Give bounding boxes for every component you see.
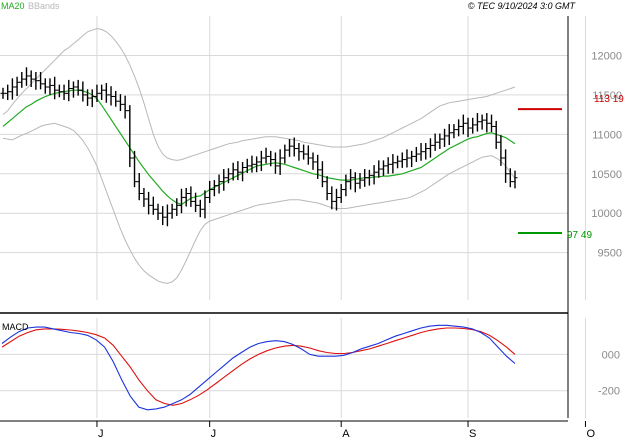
legend-bbands: BBands xyxy=(28,1,60,11)
x-tick-label: O xyxy=(586,428,595,440)
macd-y-tick-label: 000 xyxy=(602,349,620,361)
y-tick-label: 10500 xyxy=(591,169,622,181)
y-tick-label: 9500 xyxy=(598,248,622,260)
x-tick-label: J xyxy=(98,428,104,440)
legend-ma20: MA20 xyxy=(1,1,25,11)
resistance-label: 113 19 xyxy=(594,94,624,105)
timestamp: © TEC 9/10/2024 3:0 GMT xyxy=(468,1,577,11)
x-tick-label: J xyxy=(211,428,217,440)
support-label: 97 49 xyxy=(567,230,592,241)
chart-canvas: 95001000010500110001150012000000-200J J A S… xyxy=(0,0,627,440)
y-tick-label: 12000 xyxy=(591,50,622,62)
y-tick-label: 11000 xyxy=(592,129,622,141)
x-tick-label: A xyxy=(342,428,350,440)
macd-label: MACD xyxy=(2,322,29,332)
y-tick-label: 10000 xyxy=(591,208,622,220)
macd-y-tick-label: -200 xyxy=(598,386,620,398)
x-tick-label: S xyxy=(469,428,476,440)
